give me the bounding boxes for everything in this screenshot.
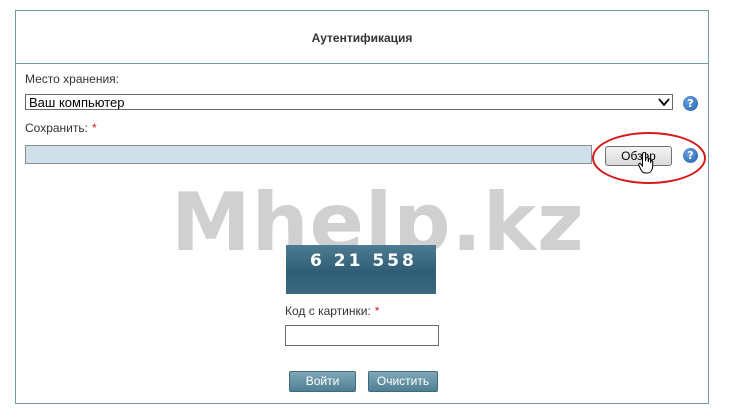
- captcha-image: 6 21 558: [286, 245, 436, 294]
- page-title: Аутентификация: [311, 31, 413, 45]
- required-marker: *: [374, 304, 380, 318]
- auth-panel: Аутентификация Место хранения: Ваш компь…: [15, 10, 709, 404]
- required-marker: *: [91, 121, 97, 135]
- storage-select[interactable]: Ваш компьютер: [25, 94, 673, 110]
- captcha-code-input[interactable]: [285, 325, 439, 346]
- storage-label: Место хранения:: [25, 72, 119, 86]
- storage-select-value: Ваш компьютер: [29, 95, 125, 110]
- captcha-text: 6 21 558: [310, 251, 417, 271]
- storage-help-icon[interactable]: ?: [683, 96, 698, 111]
- code-label: Код с картинки: *: [285, 304, 379, 318]
- login-button[interactable]: Войти: [289, 371, 356, 392]
- chevron-down-icon: [658, 98, 670, 107]
- save-label: Сохранить: *: [25, 121, 97, 135]
- file-path-field[interactable]: [25, 145, 592, 164]
- clear-button[interactable]: Очистить: [368, 371, 438, 392]
- code-label-text: Код с картинки:: [285, 304, 371, 318]
- save-label-text: Сохранить:: [25, 121, 88, 135]
- panel-header: Аутентификация: [16, 11, 708, 64]
- hand-cursor-icon: [638, 152, 654, 174]
